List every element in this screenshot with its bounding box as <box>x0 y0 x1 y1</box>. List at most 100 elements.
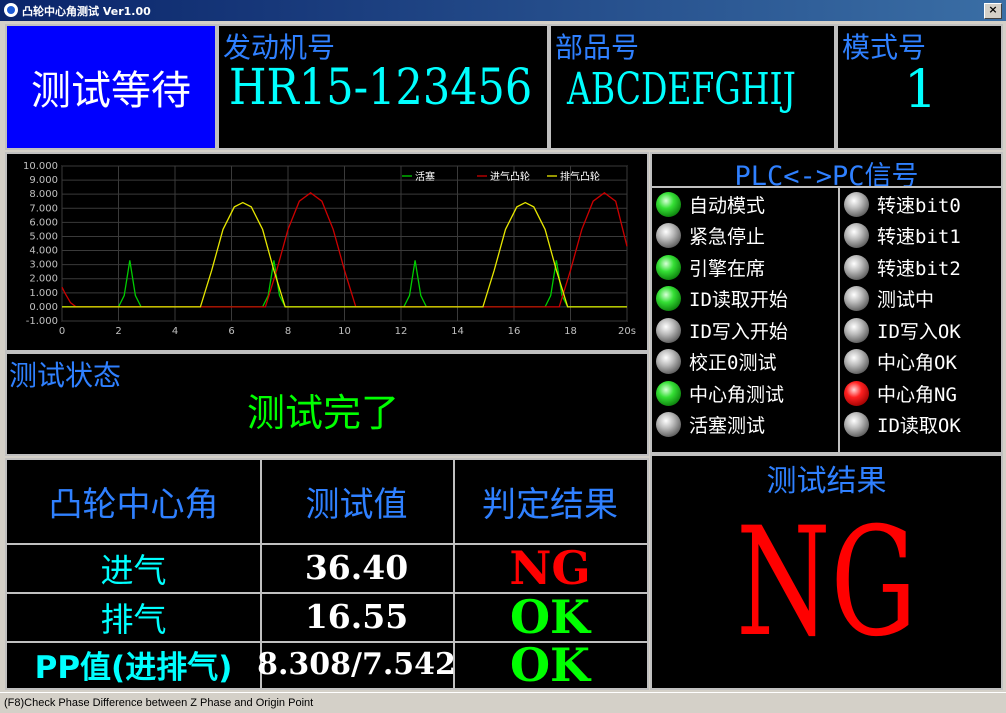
x-tick-label: 16 <box>508 326 521 337</box>
part-number-value: ABCDEFGHIJ <box>567 64 796 115</box>
y-tick-label: 9.000 <box>29 175 58 186</box>
row-pp-label: PP值(进排气) <box>7 641 262 688</box>
results-table: 凸轮中心角 测试值 判定结果 进气 36.40 NG 排气 16.55 OK P… <box>5 458 649 692</box>
plc-signal-label: 中心角NG <box>877 383 957 406</box>
plc-signal-label: ID写入开始 <box>689 320 788 343</box>
plc-signal-left-3: ID读取开始 <box>656 284 788 314</box>
legend-label: 进气凸轮 <box>490 170 530 183</box>
y-tick-label: 3.000 <box>29 260 58 271</box>
status-led-icon <box>656 286 681 311</box>
x-tick-label: 4 <box>172 326 178 337</box>
plc-signal-label: 测试中 <box>877 289 935 311</box>
status-led-icon <box>656 412 681 437</box>
title-bar: 凸轮中心角测试 Ver1.00 × <box>0 0 1006 21</box>
x-tick-label: 2 <box>115 326 121 337</box>
row-exhaust-judge: OK <box>453 590 649 644</box>
plc-signal-label: ID写入OK <box>877 320 961 343</box>
mode-number-value: 1 <box>904 60 938 120</box>
part-number-panel: 部品号 ABCDEFGHIJ <box>549 24 836 150</box>
plc-signal-label: 转速bit1 <box>877 226 961 248</box>
chart-svg: -1.000 0.000 1.000 2.000 3.000 4.000 5.000 6.00… <box>23 161 636 337</box>
y-tick-label: 7.000 <box>29 203 58 214</box>
plc-signal-right-7: ID读取OK <box>844 410 961 440</box>
test-result-panel: 测试结果 NG <box>650 454 1003 690</box>
status-bar: (F8)Check Phase Difference between Z Pha… <box>0 692 1006 713</box>
plc-signal-label: ID读取开始 <box>689 289 788 311</box>
status-led-icon <box>656 349 681 374</box>
row-intake-value: 36.40 <box>260 543 455 594</box>
y-tick-label: 1.000 <box>29 288 58 299</box>
header-cam-center-angle: 凸轮中心角 <box>7 460 262 545</box>
test-status-label: 测试状态 <box>9 359 122 392</box>
legend-label: 排气凸轮 <box>560 170 600 183</box>
x-tick-label: 10 <box>338 326 351 337</box>
plc-signal-label: 紧急停止 <box>689 226 766 248</box>
header-measured-value: 测试值 <box>260 460 455 545</box>
header-judgement: 判定结果 <box>453 460 649 545</box>
plc-signal-right-2: 转速bit2 <box>844 252 961 282</box>
y-tick-label: 4.000 <box>29 246 58 257</box>
test-status-panel: 测试状态 测试完了 <box>5 352 649 456</box>
y-tick-label: 8.000 <box>29 189 58 200</box>
plc-signal-right-0: 转速bit0 <box>844 189 961 219</box>
cam-waveform-chart: -1.000 0.000 1.000 2.000 3.000 4.000 5.000 6.00… <box>5 152 649 352</box>
y-tick-label: 6.000 <box>29 217 58 228</box>
plc-signal-left-0: 自动模式 <box>656 189 765 219</box>
x-tick-label: 14 <box>451 326 464 337</box>
row-intake-judge: NG <box>453 541 649 595</box>
x-tick-label: 18 <box>564 326 577 337</box>
y-tick-label: 10.000 <box>23 161 58 172</box>
test-state-box: 测试等待 <box>5 24 217 150</box>
x-tick-label: 12 <box>395 326 408 337</box>
plc-signal-left-6: 中心角测试 <box>656 378 784 408</box>
y-tick-label: -1.000 <box>26 316 58 327</box>
row-intake-label: 进气 <box>7 543 262 594</box>
plc-signal-left-7: 活塞测试 <box>656 410 765 440</box>
test-state-text: 测试等待 <box>31 68 191 114</box>
status-led-icon <box>656 317 681 343</box>
plc-signal-label: 转速bit0 <box>877 194 961 217</box>
x-tick-label: 8 <box>285 326 291 337</box>
x-tick-label: 0 <box>59 326 65 337</box>
test-status-value: 测试完了 <box>247 391 400 435</box>
plc-signal-left-1: 紧急停止 <box>656 221 765 251</box>
status-led-icon <box>656 380 681 406</box>
status-led-icon <box>844 317 869 343</box>
plc-signal-left-2: 引擎在席 <box>656 252 765 282</box>
status-led-icon <box>844 380 869 406</box>
plc-signal-left-5: 校正0测试 <box>656 347 776 377</box>
status-led-icon <box>844 286 869 311</box>
plc-signal-right-4: ID写入OK <box>844 315 961 345</box>
plc-signal-panel: PLC<->PC信号 自动模式 紧急停止 引擎在席 ID读取开始 ID写入开始 校正0测试… <box>650 152 1003 454</box>
plc-signal-label: 自动模式 <box>689 194 766 217</box>
status-bar-text: (F8)Check Phase Difference between Z Pha… <box>4 697 314 709</box>
plc-signal-label: 校正0测试 <box>689 352 777 374</box>
plc-signal-label: 中心角测试 <box>689 383 785 406</box>
y-tick-label: 2.000 <box>29 274 58 285</box>
plc-signal-right-1: 转速bit1 <box>844 221 961 251</box>
plc-signal-right-5: 中心角OK <box>844 347 957 377</box>
x-tick-label: 20s <box>618 326 636 337</box>
status-led-icon <box>844 412 869 437</box>
plc-signal-label: 引擎在席 <box>689 257 766 280</box>
part-number-label: 部品号 <box>555 31 640 64</box>
plc-signal-label: 转速bit2 <box>877 257 961 280</box>
plc-signal-right-6: 中心角NG <box>844 378 957 408</box>
status-led-icon <box>844 254 869 280</box>
engine-number-value: HR15-123456 <box>229 58 533 116</box>
window-title: 凸轮中心角测试 Ver1.00 <box>22 5 151 18</box>
status-led-icon <box>844 223 869 248</box>
row-exhaust-value: 16.55 <box>260 592 455 643</box>
status-led-icon <box>656 254 681 280</box>
row-pp-value: 8.308/7.542 <box>257 641 456 688</box>
plc-signal-left-4: ID写入开始 <box>656 315 788 345</box>
y-tick-label: 5.000 <box>29 231 58 242</box>
row-exhaust-label: 排气 <box>7 592 262 643</box>
status-led-icon <box>656 223 681 248</box>
close-button[interactable]: × <box>984 3 1002 19</box>
status-led-icon <box>844 191 869 217</box>
plc-signal-label: 活塞测试 <box>689 415 766 437</box>
app-icon <box>4 3 18 17</box>
plc-signal-label: 中心角OK <box>877 352 957 374</box>
row-pp-judge: OK <box>453 638 649 692</box>
